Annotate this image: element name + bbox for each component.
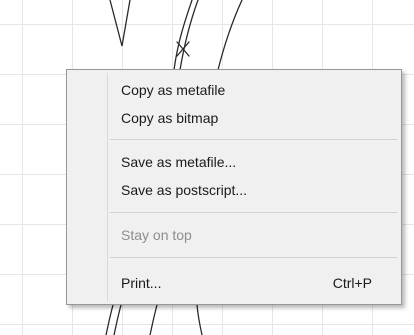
plot-curve <box>217 0 243 71</box>
menu-item-label: Copy as bitmap <box>121 110 219 126</box>
menu-separator <box>110 139 397 140</box>
menu-item-print[interactable]: Print... Ctrl+P <box>70 269 398 297</box>
menu-item-label: Stay on top <box>121 227 192 243</box>
menu-item-stay-on-top: Stay on top <box>70 221 398 249</box>
menu-item-save-as-postscript[interactable]: Save as postscript... <box>70 176 398 204</box>
menu-item-label: Save as metafile... <box>121 154 237 170</box>
plot-curve <box>149 304 158 335</box>
menu-item-label: Copy as metafile <box>121 82 226 98</box>
plot-curve <box>113 304 122 335</box>
menu-item-label: Print... <box>121 275 162 291</box>
plot-curve <box>196 304 203 335</box>
menu-item-label: Save as postscript... <box>121 182 248 198</box>
menu-separator <box>110 257 397 258</box>
menu-item-copy-as-bitmap[interactable]: Copy as bitmap <box>70 104 398 132</box>
plot-curve <box>173 0 193 71</box>
menu-separator <box>110 212 397 213</box>
menu-item-save-as-metafile[interactable]: Save as metafile... <box>70 148 398 176</box>
menu-item-shortcut: Ctrl+P <box>332 275 372 291</box>
plot-curve <box>105 304 114 335</box>
context-menu: Copy as metafile Copy as bitmap Save as … <box>66 69 402 305</box>
plot-curve <box>109 0 131 47</box>
menu-item-copy-as-metafile[interactable]: Copy as metafile <box>70 76 398 104</box>
